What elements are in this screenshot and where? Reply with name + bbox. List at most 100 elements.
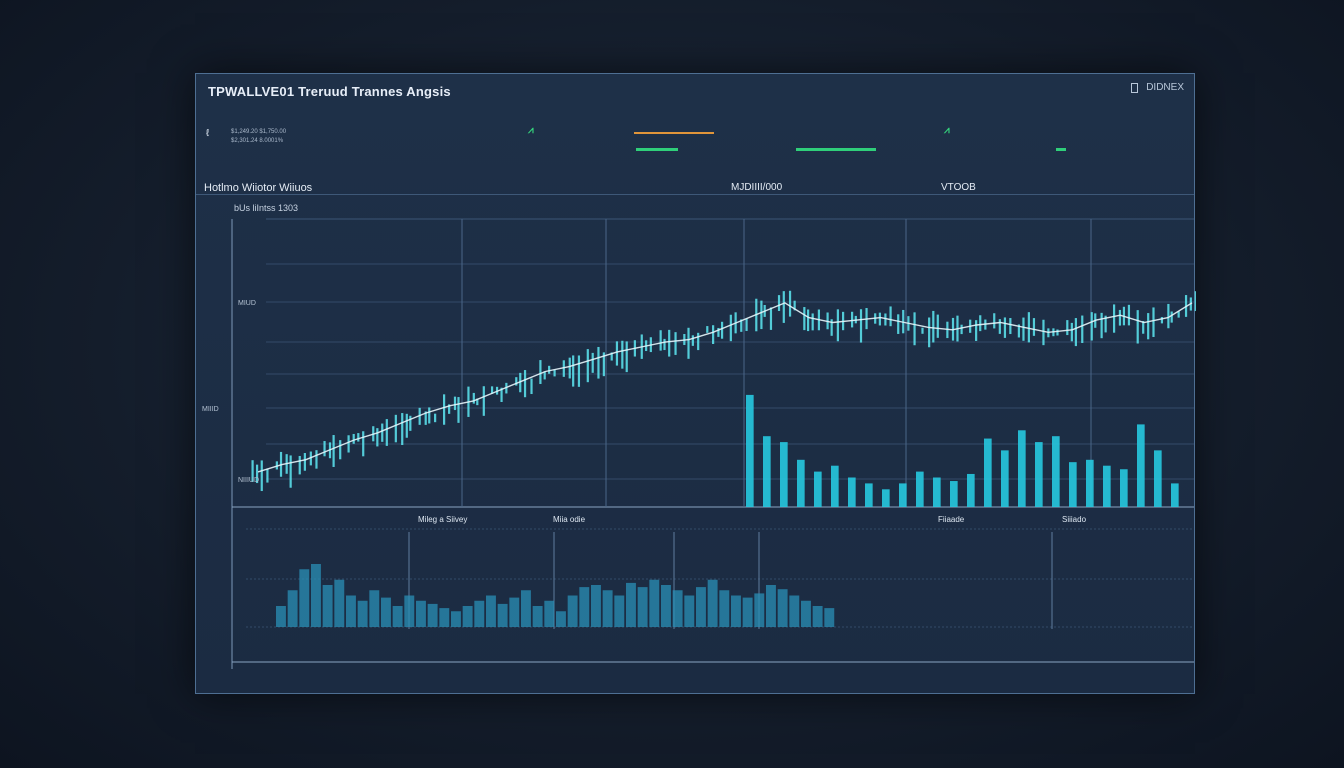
volume-bar [950,481,958,507]
price-candle [1118,309,1122,326]
price-candle [260,460,263,492]
price-candle [663,338,666,351]
price-candle [668,329,671,357]
lower-bar [812,606,823,627]
price-candle [332,435,335,467]
price-candle [394,414,397,443]
volume-bar [814,471,822,507]
lower-bar [789,595,800,627]
price-candle [1022,317,1025,341]
price-candle [453,396,457,411]
price-candle [443,394,446,425]
lower-bar [684,595,695,627]
price-candle [376,428,379,447]
lower-bar [766,585,776,627]
price-candle [921,327,924,334]
lower-bar [416,600,426,627]
volume-bar [1103,465,1111,507]
price-candle [745,318,748,331]
price-candle [1081,315,1084,343]
lower-bar [334,579,345,627]
price-line [257,302,1193,473]
lower-bar [451,611,461,627]
price-candle [936,314,939,338]
price-candle [303,453,306,471]
price-candle [539,360,542,384]
lower-bar [801,600,811,627]
y-tick-label: MIIID [202,406,219,413]
price-candle [315,450,318,469]
x-tick-label: Mileg a Siivey [418,515,467,524]
price-candle [385,419,388,446]
price-candle [289,455,292,488]
price-candle [323,441,326,457]
price-candle [523,370,527,398]
lower-bar [579,587,590,627]
price-candle [729,314,732,342]
price-candle [401,413,404,446]
price-candle [932,310,935,343]
price-candle [597,346,600,379]
volume-bar [797,459,805,507]
lower-bar [731,595,741,627]
price-candle [1090,312,1093,341]
price-candle [836,309,839,342]
volume-bar [1137,424,1145,507]
price-candle [1167,303,1170,329]
price-candle [625,341,628,373]
price-candle [803,307,806,331]
lower-bar [439,608,450,627]
lower-bar [311,564,321,627]
lower-bar [357,600,368,627]
volume-bar [1001,450,1009,507]
price-candle [1112,304,1116,333]
lower-bar [322,585,333,627]
volume-bar [1154,450,1162,507]
price-candle [897,314,900,334]
lower-bar [532,606,543,627]
price-candle [760,300,763,330]
price-candle [1160,317,1164,324]
volume-bar [899,483,907,507]
price-candle [706,326,709,333]
price-candle [530,378,533,395]
price-candle [928,317,931,348]
price-candle [1009,318,1012,335]
price-candle [1147,313,1150,340]
price-candle [298,455,301,475]
price-candle [691,335,694,346]
price-candle [1074,318,1077,347]
chart-svg: MIUD MIIID NIIIUD Mileg a Siivey Miia odie Fi… [202,218,1196,669]
price-candle [674,332,677,355]
price-candle [591,352,594,373]
lower-bar [591,585,601,627]
lower-bar [497,603,508,627]
lower-bar [556,611,566,627]
lower-bar [626,582,636,627]
price-candle [782,291,785,323]
lower-bar [486,595,496,627]
volume-bar [1171,483,1179,507]
price-candle [1027,312,1030,343]
price-candle [878,312,881,326]
lower-bar [381,597,391,627]
lower-bar [672,590,683,627]
volume-bar [831,465,839,507]
price-candle [548,365,551,374]
price-candle [357,433,360,442]
lower-bar [404,595,415,627]
volume-bar [1120,469,1128,507]
price-candle [811,313,814,331]
price-candle [434,413,437,423]
price-candle [1003,317,1007,338]
price-candle [889,306,892,327]
price-candle [352,433,355,444]
lower-bar [427,603,438,627]
lower-bar [474,600,485,627]
price-candle [769,307,773,330]
volume-bar [865,483,873,507]
volume-bar [882,489,890,507]
price-candle [1032,318,1036,336]
price-candle [1056,329,1059,336]
price-candle [697,332,700,351]
